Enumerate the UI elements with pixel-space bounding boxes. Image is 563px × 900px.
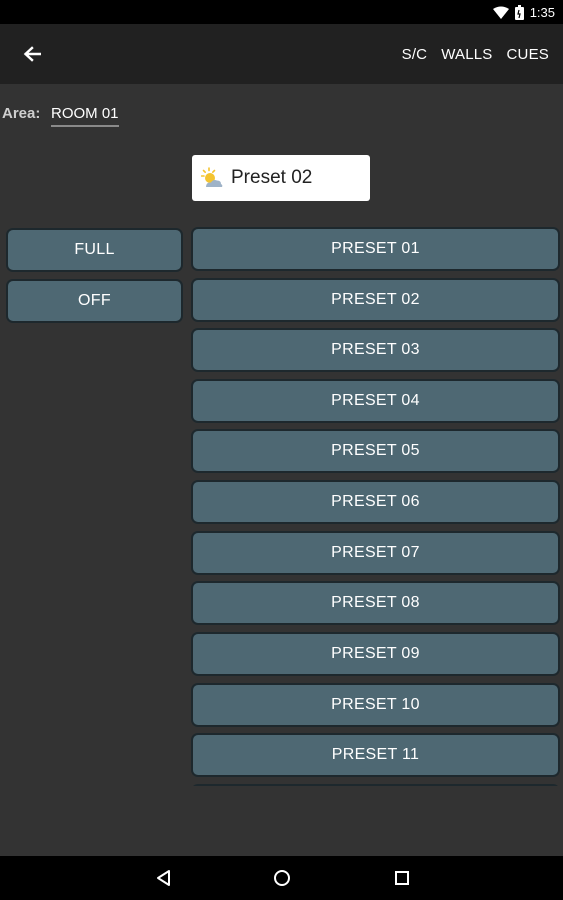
preset-next-button-partial[interactable]: [191, 784, 560, 786]
preset-09-button[interactable]: PRESET 09: [191, 632, 560, 676]
full-button[interactable]: FULL: [6, 228, 183, 272]
preset-11-button[interactable]: PRESET 11: [191, 733, 560, 777]
recents-square-icon: [395, 871, 409, 885]
arrow-left-icon: [23, 46, 41, 62]
preset-06-button[interactable]: PRESET 06: [191, 480, 560, 524]
nav-home-button[interactable]: [252, 856, 312, 900]
status-bar: 1:35: [0, 0, 563, 24]
current-preset-indicator: Preset 02: [192, 155, 370, 201]
navigation-bar: [0, 856, 563, 900]
preset-03-button[interactable]: PRESET 03: [191, 328, 560, 372]
preset-list[interactable]: PRESET 01 PRESET 02 PRESET 03 PRESET 04 …: [191, 227, 560, 786]
preset-04-button[interactable]: PRESET 04: [191, 379, 560, 423]
app-bar-actions: S/C WALLS CUES: [395, 24, 556, 84]
app-bar: S/C WALLS CUES: [0, 24, 563, 84]
nav-back-button[interactable]: [133, 856, 193, 900]
battery-icon: [514, 4, 524, 20]
current-preset-label: Preset 02: [231, 167, 313, 188]
home-circle-icon: [274, 870, 290, 886]
status-icons: 1:35: [492, 3, 555, 21]
action-sc[interactable]: S/C: [395, 46, 435, 63]
action-cues[interactable]: CUES: [500, 46, 556, 63]
preset-02-button[interactable]: PRESET 02: [191, 278, 560, 322]
wifi-icon: [492, 6, 509, 19]
action-walls[interactable]: WALLS: [434, 46, 499, 63]
status-time: 1:35: [529, 4, 555, 20]
preset-05-button[interactable]: PRESET 05: [191, 429, 560, 473]
sun-icon: [201, 167, 223, 187]
preset-08-button[interactable]: PRESET 08: [191, 581, 560, 625]
off-button[interactable]: OFF: [6, 279, 183, 323]
back-triangle-icon: [157, 870, 170, 886]
preset-10-button[interactable]: PRESET 10: [191, 683, 560, 727]
area-label: Area:: [2, 105, 41, 122]
nav-recents-button[interactable]: [372, 856, 432, 900]
back-button[interactable]: [12, 34, 52, 74]
preset-01-button[interactable]: PRESET 01: [191, 227, 560, 271]
area-dropdown[interactable]: ROOM 01: [51, 105, 119, 127]
preset-07-button[interactable]: PRESET 07: [191, 531, 560, 575]
